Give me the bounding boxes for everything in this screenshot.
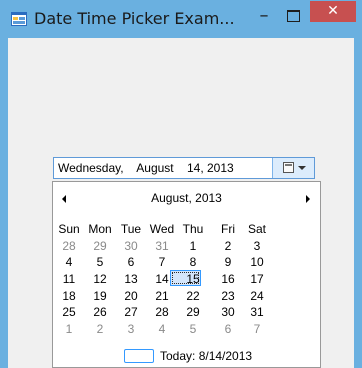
weekday-label: Tue	[120, 222, 142, 236]
calendar-day[interactable]: 8	[178, 255, 208, 269]
calendar-day[interactable]: 28	[147, 305, 177, 319]
calendar-day-other-month[interactable]: 5	[178, 322, 208, 336]
chevron-down-icon	[298, 166, 306, 170]
calendar-day[interactable]: 2	[213, 239, 243, 253]
date-value-text[interactable]: Wednesday, August 14, 2013	[58, 161, 234, 175]
calendar-day[interactable]: 21	[147, 289, 177, 303]
calendar-day-other-month[interactable]: 4	[147, 322, 177, 336]
calendar-day[interactable]: 10	[242, 255, 272, 269]
calendar-day[interactable]: 25	[54, 305, 84, 319]
calendar-day[interactable]: 31	[242, 305, 272, 319]
calendar-day-other-month[interactable]: 6	[213, 322, 243, 336]
calendar-day[interactable]: 3	[242, 239, 272, 253]
calendar-dropdown-button[interactable]	[272, 158, 314, 178]
calendar-day[interactable]: 9	[213, 255, 243, 269]
calendar-day-other-month[interactable]: 7	[242, 322, 272, 336]
calendar-day[interactable]: 27	[116, 305, 146, 319]
month-calendar: August, 2013 Sun Mon Tue Wed Thu Fri Sat 28 29 3…	[52, 181, 321, 368]
month-title[interactable]: August, 2013	[53, 191, 320, 205]
calendar-day[interactable]: 11	[54, 272, 84, 286]
maximize-icon	[287, 10, 300, 22]
weekday-label: Thu	[182, 222, 204, 236]
calendar-day[interactable]: 23	[213, 289, 243, 303]
minimize-button[interactable]: –	[251, 2, 277, 30]
calendar-day-selected[interactable]: 14	[147, 272, 177, 286]
calendar-day-other-month[interactable]: 29	[85, 239, 115, 253]
calendar-day[interactable]: 13	[116, 272, 146, 286]
calendar-day-other-month[interactable]: 1	[54, 322, 84, 336]
calendar-day[interactable]: 16	[213, 272, 243, 286]
window-title: Date Time Picker Exam...	[34, 9, 235, 28]
weekday-label: Wed	[149, 222, 175, 236]
calendar-day[interactable]: 4	[54, 255, 84, 269]
weekday-label: Fri	[221, 222, 235, 236]
calendar-day-other-month[interactable]: 30	[116, 239, 146, 253]
calendar-day[interactable]: 18	[54, 289, 84, 303]
calendar-day[interactable]: 17	[242, 272, 272, 286]
calendar-day[interactable]: 5	[85, 255, 115, 269]
window-frame: Date Time Picker Exam... – ✕ Wednesday, …	[0, 0, 362, 368]
calendar-day[interactable]: 26	[85, 305, 115, 319]
calendar-day-other-month[interactable]: 31	[147, 239, 177, 253]
calendar-day-other-month[interactable]: 3	[116, 322, 146, 336]
calendar-day[interactable]: 19	[85, 289, 115, 303]
close-button[interactable]: ✕	[310, 1, 356, 22]
calendar-day[interactable]: 12	[85, 272, 115, 286]
title-bar[interactable]: Date Time Picker Exam... – ✕	[0, 0, 362, 38]
calendar-icon	[283, 162, 294, 173]
date-time-picker[interactable]: Wednesday, August 14, 2013	[53, 157, 315, 179]
app-form-icon	[11, 12, 27, 26]
calendar-day[interactable]: 30	[213, 305, 243, 319]
calendar-day[interactable]: 15	[178, 272, 208, 286]
calendar-day-other-month[interactable]: 2	[85, 322, 115, 336]
calendar-day[interactable]: 20	[116, 289, 146, 303]
weekday-label: Mon	[88, 222, 112, 236]
today-link[interactable]: Today: 8/14/2013	[160, 349, 252, 363]
calendar-day-other-month[interactable]: 28	[54, 239, 84, 253]
calendar-day[interactable]: 29	[178, 305, 208, 319]
weekday-label: Sat	[247, 222, 266, 236]
calendar-day[interactable]: 7	[147, 255, 177, 269]
maximize-button[interactable]	[280, 2, 306, 30]
weekday-label: Sun	[58, 222, 80, 236]
calendar-day[interactable]: 24	[242, 289, 272, 303]
calendar-day[interactable]: 1	[178, 239, 208, 253]
next-month-icon[interactable]	[306, 195, 310, 203]
calendar-day[interactable]: 22	[178, 289, 208, 303]
calendar-day[interactable]: 6	[116, 255, 146, 269]
today-marker-icon	[124, 349, 154, 363]
